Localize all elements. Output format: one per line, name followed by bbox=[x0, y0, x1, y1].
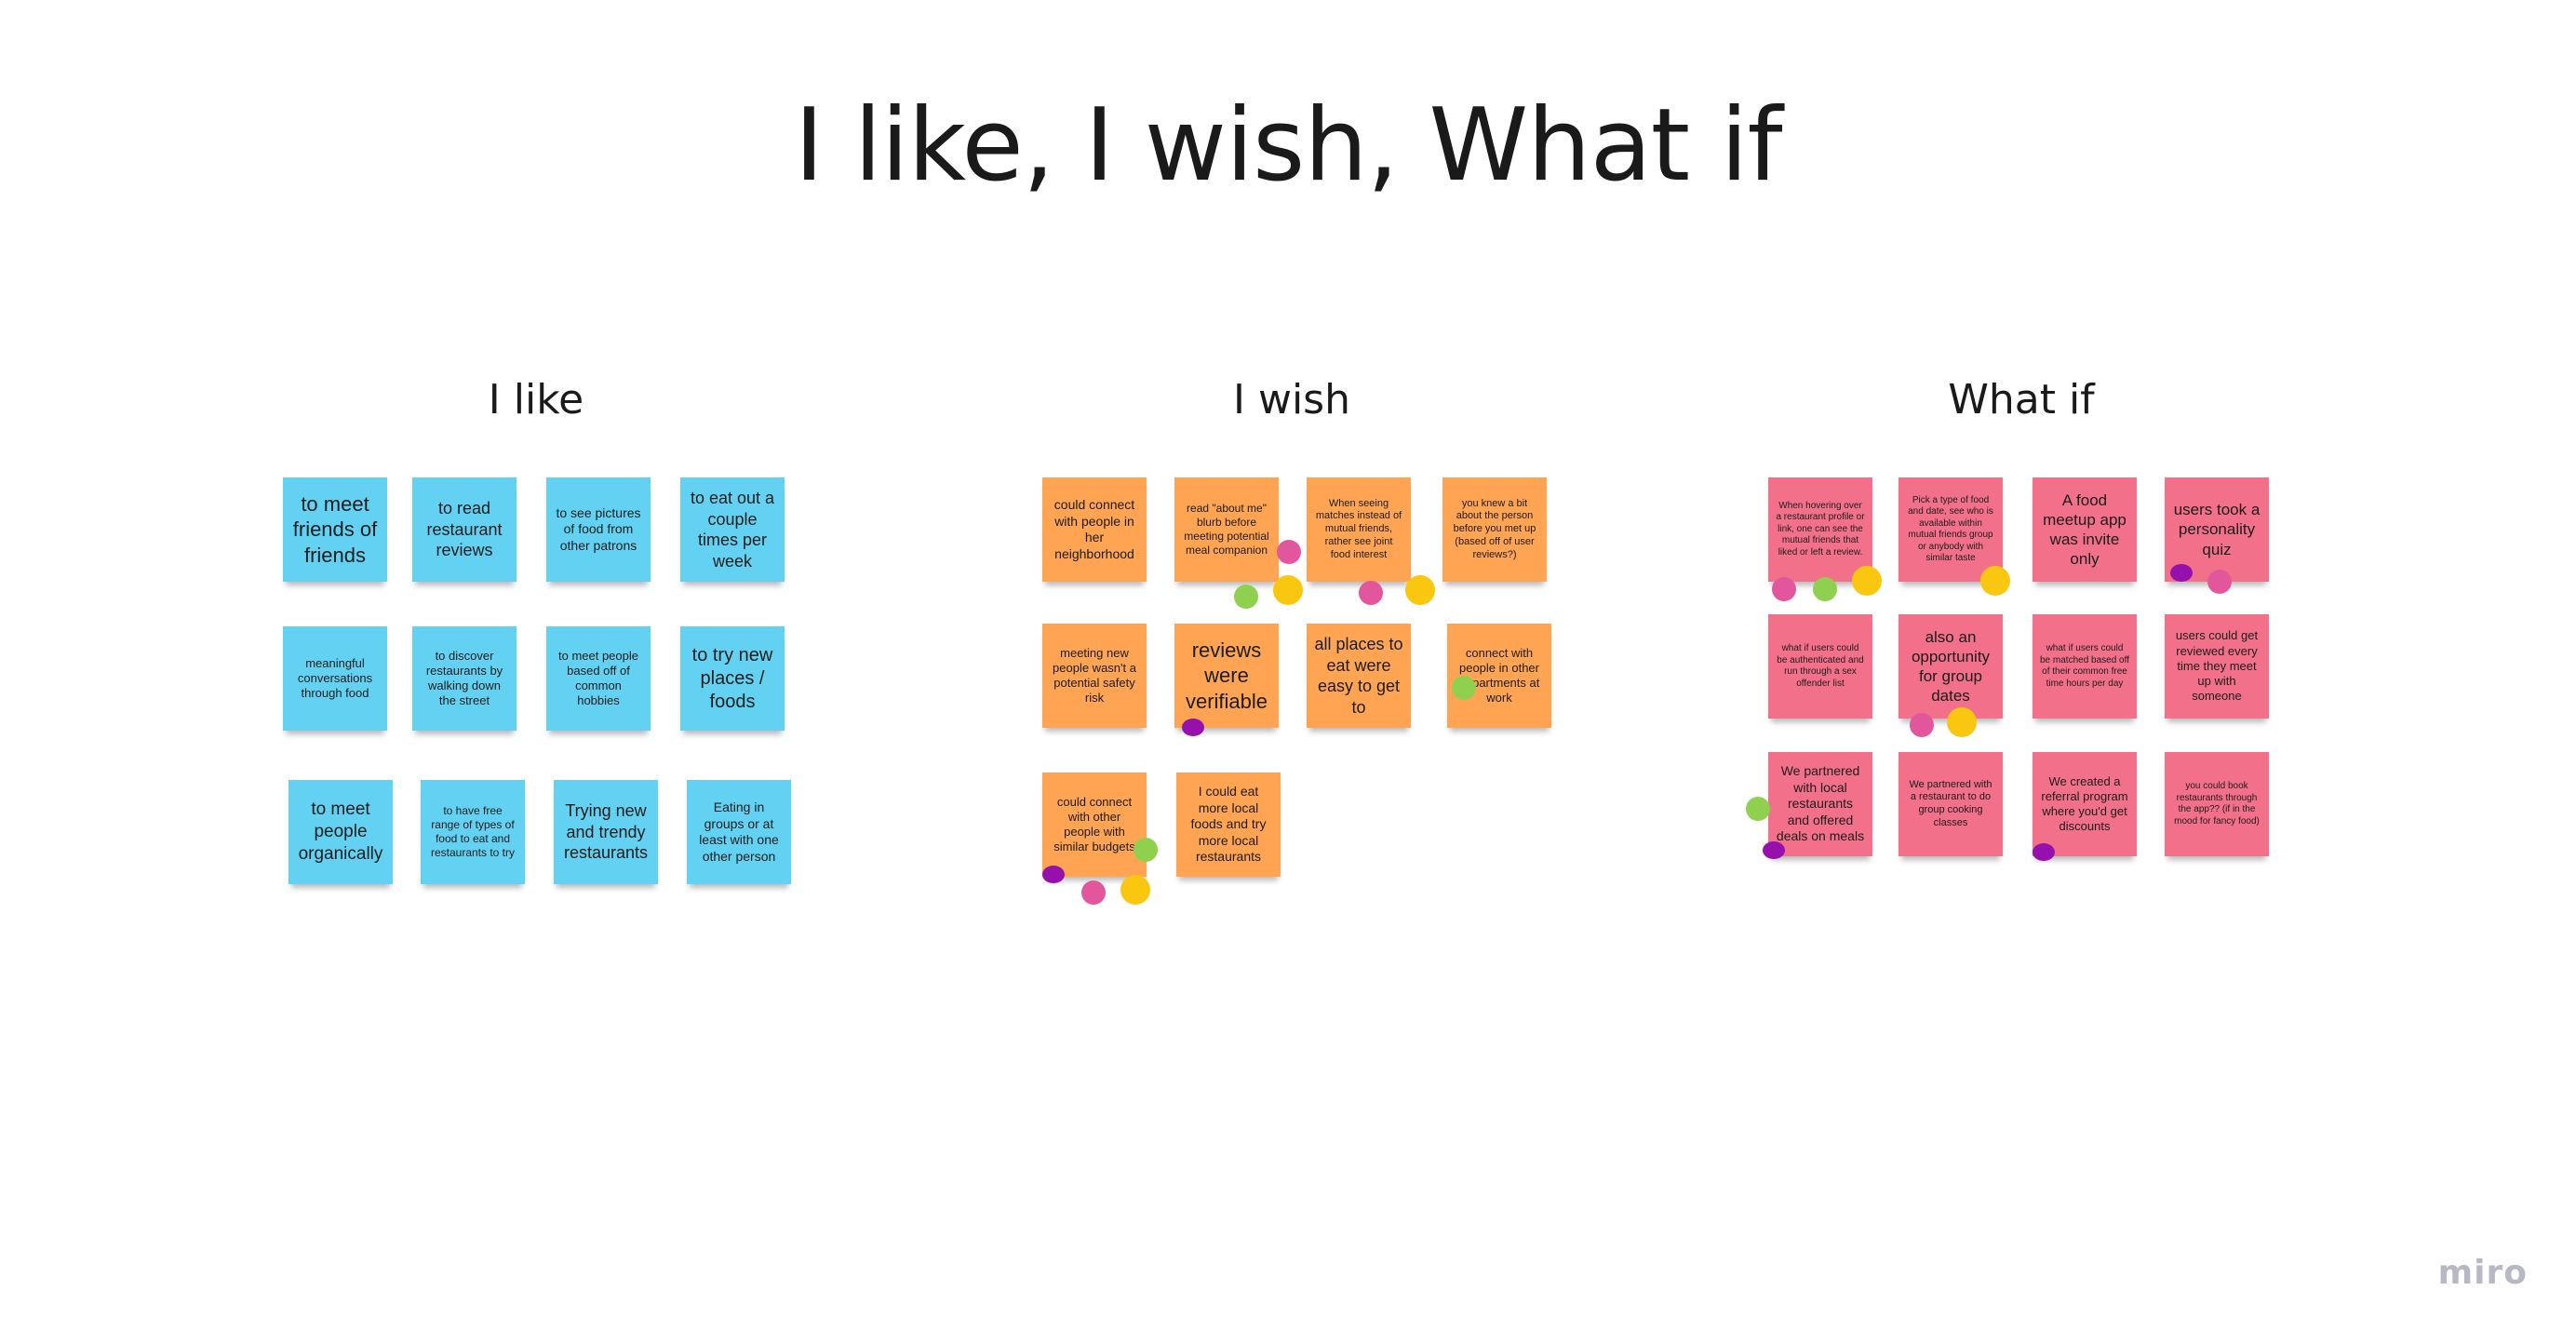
sticky-note-text: could connect with other people with sim… bbox=[1053, 794, 1135, 854]
vote-dot-yellow[interactable] bbox=[1273, 575, 1303, 605]
sticky-note-text: to have free range of types of food to e… bbox=[430, 804, 516, 859]
sticky-note-text: We created a referral program where you'… bbox=[2041, 773, 2128, 834]
sticky-note[interactable]: Trying new and trendy restaurants bbox=[554, 780, 658, 884]
sticky-note[interactable]: to try new places / foods bbox=[680, 626, 785, 731]
vote-dot-green[interactable] bbox=[1813, 577, 1837, 601]
sticky-note[interactable]: you knew a bit about the person before y… bbox=[1442, 477, 1547, 582]
sticky-note[interactable]: Eating in groups or at least with one ot… bbox=[687, 780, 791, 884]
sticky-note-text: Pick a type of food and date, see who is… bbox=[1908, 494, 1993, 564]
sticky-note[interactable]: I could eat more local foods and try mor… bbox=[1176, 773, 1281, 877]
sticky-note[interactable]: meaningful conversations through food bbox=[283, 626, 387, 731]
vote-dot-yellow[interactable] bbox=[1120, 875, 1150, 905]
vote-dot-green[interactable] bbox=[1746, 797, 1770, 821]
board-title: I like, I wish, What if bbox=[794, 87, 1782, 204]
sticky-note-text: what if users could be authenticated and… bbox=[1777, 643, 1864, 689]
sticky-note-text: what if users could be matched based off… bbox=[2040, 643, 2129, 689]
vote-dot-yellow[interactable] bbox=[1947, 707, 1977, 737]
sticky-note[interactable]: to eat out a couple times per week bbox=[680, 477, 785, 582]
vote-dot-yellow[interactable] bbox=[1405, 575, 1435, 605]
sticky-note-text: meeting new people wasn't a potential sa… bbox=[1053, 645, 1136, 706]
sticky-note[interactable]: to meet friends of friends bbox=[283, 477, 387, 582]
sticky-note[interactable]: We created a referral program where you'… bbox=[2033, 752, 2137, 856]
vote-dot-yellow[interactable] bbox=[1852, 566, 1882, 596]
sticky-note-text: you knew a bit about the person before y… bbox=[1453, 497, 1536, 560]
sticky-note-text: to meet people based off of common hobbi… bbox=[557, 648, 638, 708]
vote-dot-pink[interactable] bbox=[1277, 540, 1301, 564]
sticky-note[interactable]: to meet people organically bbox=[288, 780, 393, 884]
sticky-note[interactable]: meeting new people wasn't a potential sa… bbox=[1042, 624, 1147, 728]
sticky-note-text: to discover restaurants by walking down … bbox=[425, 648, 503, 708]
vote-dot-pink[interactable] bbox=[2207, 570, 2232, 594]
sticky-note-text: read "about me" blurb before meeting pot… bbox=[1184, 502, 1269, 557]
sticky-note-text: all places to eat were easy to get to bbox=[1314, 635, 1403, 717]
sticky-note[interactable]: When hovering over a restaurant profile … bbox=[1768, 477, 1872, 582]
sticky-note[interactable]: reviews were verifiable bbox=[1174, 624, 1279, 728]
vote-dot-purple[interactable] bbox=[2033, 843, 2055, 861]
column-heading-what-if: What if bbox=[1948, 376, 2095, 423]
sticky-note-text: to try new places / foods bbox=[691, 644, 773, 712]
vote-dot-green[interactable] bbox=[1452, 676, 1476, 700]
sticky-note[interactable]: you could book restaurants through the a… bbox=[2165, 752, 2269, 856]
column-heading-i-like: I like bbox=[488, 376, 584, 423]
sticky-note-text: meaningful conversations through food bbox=[297, 655, 373, 701]
vote-dot-purple[interactable] bbox=[1042, 866, 1065, 883]
vote-dot-pink[interactable] bbox=[1772, 577, 1796, 601]
sticky-note-text: users took a personality quiz bbox=[2173, 501, 2261, 558]
sticky-note-text: users could get reviewed every time they… bbox=[2175, 628, 2259, 704]
sticky-note[interactable]: what if users could be authenticated and… bbox=[1768, 614, 1872, 719]
sticky-note-text: to see pictures of food from other patro… bbox=[556, 504, 641, 553]
sticky-note[interactable]: could connect with other people with sim… bbox=[1042, 773, 1147, 877]
sticky-note-text: could connect with people in her neighbo… bbox=[1053, 497, 1135, 561]
sticky-note[interactable]: could connect with people in her neighbo… bbox=[1042, 477, 1147, 582]
sticky-note-text: When seeing matches instead of mutual fr… bbox=[1315, 497, 1402, 560]
sticky-note[interactable]: Pick a type of food and date, see who is… bbox=[1898, 477, 2003, 582]
sticky-note-text: A food meetup app was invite only bbox=[2043, 491, 2127, 569]
vote-dot-green[interactable] bbox=[1134, 838, 1158, 862]
sticky-note[interactable]: users could get reviewed every time they… bbox=[2165, 614, 2269, 719]
vote-dot-green[interactable] bbox=[1234, 585, 1258, 609]
sticky-note-text: Trying new and trendy restaurants bbox=[563, 801, 649, 863]
sticky-note-text: We partnered with a restaurant to do gro… bbox=[1909, 778, 1992, 828]
vote-dot-yellow[interactable] bbox=[1980, 566, 2010, 596]
sticky-note-text: When hovering over a restaurant profile … bbox=[1776, 500, 1865, 558]
vote-dot-pink[interactable] bbox=[1359, 581, 1383, 605]
sticky-note[interactable]: to have free range of types of food to e… bbox=[421, 780, 525, 884]
sticky-note[interactable]: When seeing matches instead of mutual fr… bbox=[1307, 477, 1411, 582]
sticky-note-text: Eating in groups or at least with one ot… bbox=[699, 800, 779, 864]
column-heading-i-wish: I wish bbox=[1233, 376, 1350, 423]
sticky-note[interactable]: A food meetup app was invite only bbox=[2033, 477, 2137, 582]
sticky-note-text: also an opportunity for group dates bbox=[1911, 627, 1991, 706]
whiteboard-canvas[interactable]: I like, I wish, What if I like I wish Wh… bbox=[0, 0, 2576, 1344]
sticky-note-text: to meet people organically bbox=[298, 800, 383, 864]
sticky-note-text: I could eat more local foods and try mor… bbox=[1190, 784, 1267, 865]
vote-dot-purple[interactable] bbox=[1763, 841, 1785, 859]
sticky-note[interactable]: to see pictures of food from other patro… bbox=[546, 477, 651, 582]
sticky-note-text: you could book restaurants through the a… bbox=[2174, 781, 2260, 827]
sticky-note[interactable]: to meet people based off of common hobbi… bbox=[546, 626, 651, 731]
vote-dot-pink[interactable] bbox=[1081, 880, 1106, 905]
sticky-note[interactable]: to read restaurant reviews bbox=[412, 477, 517, 582]
sticky-note[interactable]: what if users could be matched based off… bbox=[2033, 614, 2137, 719]
sticky-note-text: We partnered with local restaurants and … bbox=[1776, 763, 1865, 844]
sticky-note-text: reviews were verifiable bbox=[1185, 638, 1268, 713]
sticky-note[interactable]: read "about me" blurb before meeting pot… bbox=[1174, 477, 1279, 582]
vote-dot-purple[interactable] bbox=[2170, 564, 2193, 582]
sticky-note[interactable]: We partnered with a restaurant to do gro… bbox=[1898, 752, 2003, 856]
vote-dot-purple[interactable] bbox=[1182, 719, 1204, 736]
vote-dot-pink[interactable] bbox=[1910, 713, 1934, 737]
sticky-note[interactable]: also an opportunity for group dates bbox=[1898, 614, 2003, 719]
sticky-note[interactable]: We partnered with local restaurants and … bbox=[1768, 752, 1872, 856]
sticky-note[interactable]: all places to eat were easy to get to bbox=[1307, 624, 1411, 728]
sticky-note[interactable]: to discover restaurants by walking down … bbox=[412, 626, 517, 731]
miro-logo: miro bbox=[2437, 1254, 2528, 1292]
sticky-note-text: to meet friends of friends bbox=[292, 491, 378, 567]
sticky-note-text: to eat out a couple times per week bbox=[690, 489, 775, 571]
sticky-note-text: to read restaurant reviews bbox=[426, 499, 503, 560]
